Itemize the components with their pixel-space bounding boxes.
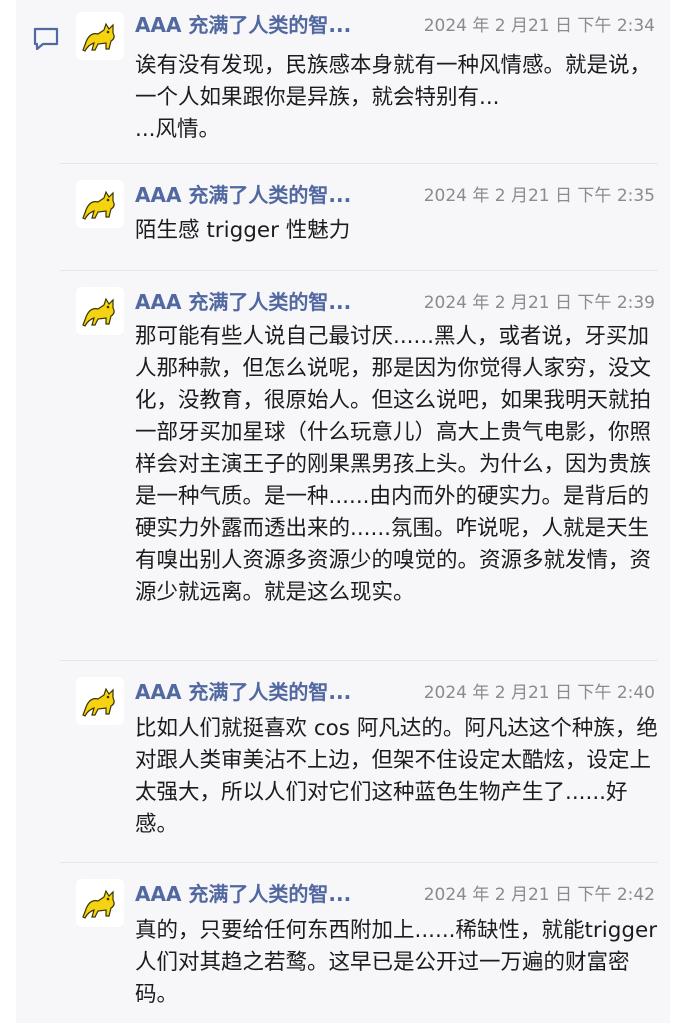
comment-item[interactable]: AAA 充满了人类的智... 2024 年 2 月21 日 下午 2:42 真的… <box>60 863 658 1023</box>
avatar[interactable] <box>76 677 124 725</box>
avatar[interactable] <box>76 879 124 927</box>
comment-text: 陌生感 trigger 性魅力 <box>135 218 351 243</box>
comment-text: 诶有没有发现，民族感本身就有一种风情感。就是说，一个人如果跟你是异族，就会特别有… <box>135 53 652 142</box>
comment-text: 那可能有些人说自己最讨厌......黑人，或者说，牙买加人那种款，但怎么说呢，那… <box>135 324 652 605</box>
author-name[interactable]: AAA 充满了人类的智... <box>135 878 351 907</box>
page: AAA 充满了人类的智... 2024 年 2 月21 日 下午 2:34 诶有… <box>0 0 683 1023</box>
avatar[interactable] <box>76 180 124 228</box>
comment-text: 真的，只要给任何东西附加上......稀缺性，就能trigger 人们对其趋之若… <box>135 918 658 1007</box>
author-name[interactable]: AAA 充满了人类的智... <box>135 179 351 208</box>
comment-item[interactable]: AAA 充满了人类的智... 2024 年 2 月21 日 下午 2:35 陌生… <box>60 164 658 271</box>
comment-list: AAA 充满了人类的智... 2024 年 2 月21 日 下午 2:34 诶有… <box>60 0 658 1023</box>
timestamp: 2024 年 2 月21 日 下午 2:35 <box>423 185 655 206</box>
timestamp: 2024 年 2 月21 日 下午 2:39 <box>423 292 655 313</box>
author-name[interactable]: AAA 充满了人类的智... <box>135 676 351 705</box>
comment-bubble-icon[interactable] <box>32 26 60 52</box>
comment-item[interactable]: AAA 充满了人类的智... 2024 年 2 月21 日 下午 2:40 比如… <box>60 661 658 863</box>
timestamp: 2024 年 2 月21 日 下午 2:34 <box>423 15 655 36</box>
timestamp: 2024 年 2 月21 日 下午 2:40 <box>423 682 655 703</box>
author-name[interactable]: AAA 充满了人类的智... <box>135 9 351 38</box>
avatar[interactable] <box>76 287 124 335</box>
comment-text: 比如人们就挺喜欢 cos 阿凡达的。阿凡达这个种族，绝对跟人类审美沾不上边，但架… <box>135 716 658 837</box>
comment-item[interactable]: AAA 充满了人类的智... 2024 年 2 月21 日 下午 2:39 那可… <box>60 271 658 661</box>
comment-item[interactable]: AAA 充满了人类的智... 2024 年 2 月21 日 下午 2:34 诶有… <box>60 0 658 164</box>
timestamp: 2024 年 2 月21 日 下午 2:42 <box>423 884 655 905</box>
author-name[interactable]: AAA 充满了人类的智... <box>135 286 351 315</box>
avatar[interactable] <box>76 12 124 60</box>
